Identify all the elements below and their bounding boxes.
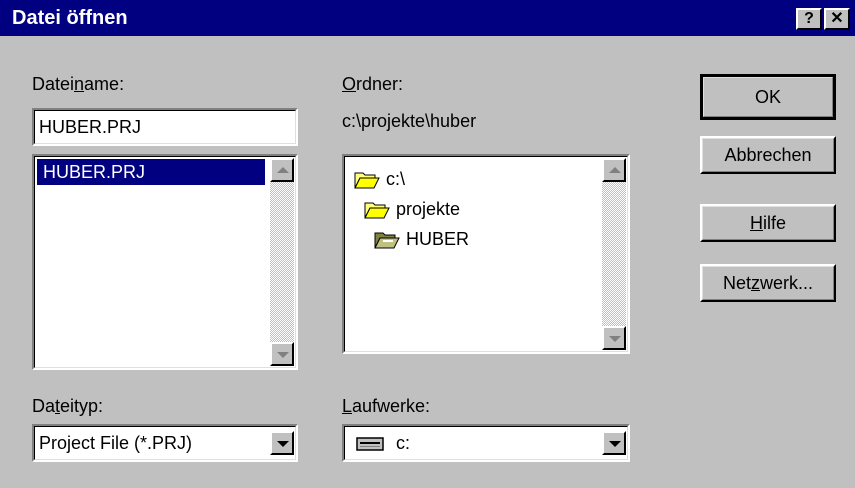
folder-name: projekte [396, 199, 461, 219]
drives-select[interactable]: c: [342, 424, 630, 462]
filename-input[interactable]: HUBER.PRJ [32, 108, 298, 146]
cancel-button[interactable]: Abbrechen [700, 136, 836, 174]
network-button-label: Netzwerk... [722, 273, 814, 293]
arrow-up-icon [277, 167, 289, 173]
drives-label: Laufwerke: [342, 396, 431, 416]
help-button[interactable]: Hilfe [700, 204, 836, 242]
scroll-up-button[interactable] [270, 158, 294, 182]
list-item[interactable]: projekte [364, 198, 564, 222]
file-list-scrollbar[interactable] [270, 158, 294, 366]
chevron-down-icon [277, 441, 289, 447]
folder-tree-scrollbar[interactable] [602, 158, 626, 350]
file-list[interactable]: HUBER.PRJ [32, 154, 298, 370]
list-item[interactable]: HUBER.PRJ [37, 159, 265, 185]
filetype-value: Project File (*.PRJ) [39, 433, 193, 453]
open-folder-icon [354, 172, 380, 189]
filetype-dropdown-button[interactable] [270, 431, 294, 455]
cancel-button-label: Abbrechen [724, 145, 812, 165]
close-icon-button[interactable]: ✕ [824, 8, 850, 30]
arrow-up-icon [609, 167, 621, 173]
filetype-label: Dateityp: [32, 396, 104, 416]
arrow-down-icon [277, 352, 289, 358]
filename-label: Dateiname: [32, 74, 125, 94]
list-item[interactable]: c:\ [354, 168, 554, 192]
title-bar[interactable]: Datei öffnen ? ✕ [0, 0, 855, 36]
chevron-down-icon [609, 441, 621, 447]
filename-input-value: HUBER.PRJ [39, 117, 142, 137]
folder-path: c:\projekte\huber [342, 111, 477, 131]
scroll-down-button[interactable] [270, 342, 294, 366]
open-folder-icon [364, 202, 390, 219]
ok-button-label: OK [754, 87, 781, 107]
help-button-label: Hilfe [749, 213, 786, 233]
folder-name: HUBER [406, 229, 470, 249]
network-button[interactable]: Netzwerk... [700, 264, 836, 302]
file-name: HUBER.PRJ [43, 162, 146, 182]
folder-tree[interactable]: c:\ projekte HUBER [342, 154, 630, 354]
list-item[interactable]: HUBER [374, 228, 574, 252]
drives-dropdown-button[interactable] [602, 431, 626, 455]
arrow-down-icon [609, 336, 621, 342]
drive-icon [356, 437, 384, 451]
open-folder-selected-icon [374, 232, 400, 249]
ok-button[interactable]: OK [700, 74, 836, 120]
help-icon-button[interactable]: ? [796, 8, 822, 30]
window-title: Datei öffnen [12, 7, 128, 29]
scroll-up-button[interactable] [602, 158, 626, 182]
drive-value: c: [396, 433, 411, 453]
folder-label: Ordner: [342, 74, 404, 94]
scroll-down-button[interactable] [602, 326, 626, 350]
folder-name: c:\ [386, 169, 406, 189]
filetype-select[interactable]: Project File (*.PRJ) [32, 424, 298, 462]
